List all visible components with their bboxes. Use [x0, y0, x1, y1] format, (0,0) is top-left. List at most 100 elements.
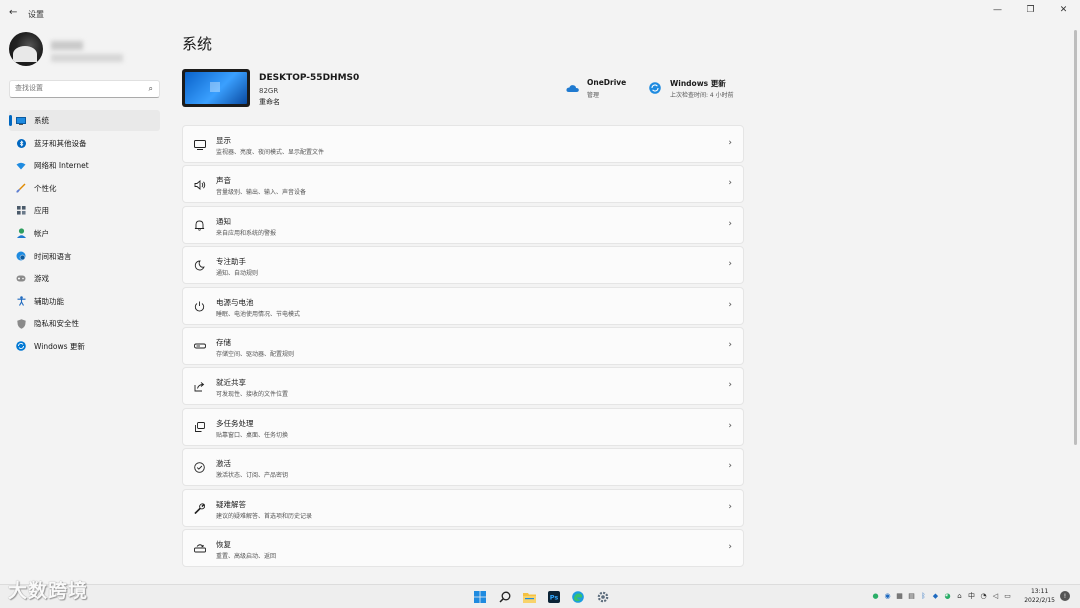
- chevron-right-icon: ›: [728, 138, 732, 148]
- maximize-button[interactable]: ❐: [1014, 0, 1047, 20]
- sidebar-item-accounts[interactable]: 帐户: [9, 223, 160, 244]
- setting-description: 可发现性、接收的文件位置: [216, 391, 289, 399]
- sidebar-item-label: 帐户: [34, 228, 49, 238]
- apps-icon: [16, 206, 26, 216]
- sidebar-item-label: 应用: [34, 206, 49, 216]
- clock[interactable]: 13:11 2022/2/15: [1024, 587, 1055, 605]
- setting-description: 激活状态、订阅、产品密钥: [216, 472, 289, 480]
- setting-title: 就近共享: [216, 378, 246, 388]
- wifi-tray-icon[interactable]: ◔: [979, 590, 988, 601]
- app-tray-icon[interactable]: ◉: [883, 590, 892, 601]
- settings-gear-icon[interactable]: [591, 587, 616, 607]
- setting-description: 存储空间、驱动器、配置规则: [216, 350, 295, 358]
- setting-title: 显示: [216, 136, 231, 145]
- setting-description: 通知、自动规则: [216, 270, 259, 278]
- brush-icon: [16, 183, 26, 193]
- setting-description: 建议的疑难解答、首选项和历史记录: [216, 512, 313, 520]
- setting-nearby-sharing[interactable]: 就近共享 可发现性、接收的文件位置 ›: [182, 367, 744, 406]
- photoshop-label: Ps: [549, 594, 558, 602]
- bluetooth-tray-icon[interactable]: ᛒ: [919, 590, 928, 601]
- sidebar-item-label: 个性化: [34, 183, 57, 193]
- recovery-icon: [193, 542, 206, 555]
- language-tray-icon[interactable]: 中: [967, 590, 976, 601]
- setting-description: 睡眠、电池使用情况、节电模式: [216, 310, 301, 318]
- sidebar-item-label: Windows 更新: [34, 341, 85, 351]
- search-icon[interactable]: ⌕: [149, 84, 153, 94]
- back-arrow-icon[interactable]: ←: [9, 7, 17, 18]
- sidebar-item-personalization[interactable]: 个性化: [9, 178, 160, 199]
- file-explorer-icon[interactable]: [517, 587, 542, 607]
- system-tray: ● ◉ ▦ ▤ ᛒ ◆ ◕ ⌂ 中 ◔ ◁ ▭: [871, 590, 1012, 601]
- setting-power-battery[interactable]: 电源与电池 睡眠、电池使用情况、节电模式 ›: [182, 286, 744, 325]
- edge-icon[interactable]: [566, 587, 591, 607]
- sidebar-item-apps[interactable]: 应用: [9, 200, 160, 221]
- windows-start-icon[interactable]: [468, 587, 493, 607]
- setting-activation[interactable]: 激活 激活状态、订阅、产品密钥 ›: [182, 448, 744, 487]
- sidebar-item-time-language[interactable]: 时间和语言: [9, 246, 160, 267]
- chrome-tray-icon[interactable]: ◕: [943, 590, 952, 601]
- security-tray-icon[interactable]: ◆: [931, 590, 940, 601]
- usb-tray-icon[interactable]: ⌂: [955, 590, 964, 601]
- setting-notifications[interactable]: 通知 来自应用和系统的警报 ›: [182, 205, 744, 244]
- wechat-icon[interactable]: ●: [871, 590, 880, 601]
- chevron-right-icon: ›: [728, 299, 732, 310]
- onedrive-title: OneDrive: [587, 78, 627, 87]
- notification-icon[interactable]: !: [1060, 591, 1070, 601]
- chevron-right-icon: ›: [728, 380, 732, 391]
- close-button[interactable]: ✕: [1047, 0, 1080, 20]
- avatar[interactable]: [9, 32, 43, 66]
- storage-tray-icon[interactable]: ▤: [907, 590, 916, 601]
- setting-title: 疑难解答: [216, 499, 246, 509]
- sidebar-item-privacy[interactable]: 隐私和安全性: [9, 313, 160, 334]
- device-info: DESKTOP-55DHMS0 82GR 重命名 OneDrive 管理 Win…: [182, 67, 744, 111]
- chevron-right-icon: ›: [728, 218, 732, 229]
- battery-tray-icon[interactable]: ▭: [1003, 590, 1012, 601]
- chevron-right-icon: ›: [728, 420, 732, 431]
- settings-search[interactable]: ⌕: [9, 80, 160, 98]
- sidebar-item-system[interactable]: 系统: [9, 110, 160, 131]
- update-icon: [648, 81, 662, 95]
- windows-update-title: Windows 更新: [670, 79, 726, 88]
- sidebar-item-bluetooth[interactable]: 蓝牙和其他设备: [9, 133, 160, 154]
- sidebar-item-gaming[interactable]: 游戏: [9, 268, 160, 289]
- minimize-button[interactable]: —: [981, 0, 1014, 20]
- setting-title: 通知: [216, 216, 231, 226]
- setting-troubleshoot[interactable]: 疑难解答 建议的疑难解答、首选项和历史记录 ›: [182, 488, 744, 527]
- display-icon: [193, 138, 206, 151]
- setting-multitasking[interactable]: 多任务处理 贴靠窗口、桌面、任务切换 ›: [182, 407, 744, 446]
- monitor-icon: [16, 116, 26, 126]
- search-input[interactable]: [15, 84, 145, 92]
- setting-sound[interactable]: 声音 音量级别、输出、输入、声音设备 ›: [182, 165, 744, 204]
- chevron-right-icon: ›: [728, 501, 732, 512]
- user-profile[interactable]: [9, 32, 169, 68]
- sidebar-item-accessibility[interactable]: 辅助功能: [9, 291, 160, 312]
- sidebar-item-network[interactable]: 网络和 Internet: [9, 155, 160, 176]
- sidebar-item-windows-update[interactable]: Windows 更新: [9, 336, 160, 357]
- storage-icon: [193, 340, 206, 353]
- shield-icon: [16, 319, 26, 329]
- chevron-right-icon: ›: [728, 259, 732, 270]
- gamepad-icon: [16, 274, 26, 284]
- qr-tray-icon[interactable]: ▦: [895, 590, 904, 601]
- setting-storage[interactable]: 存储 存储空间、驱动器、配置规则 ›: [182, 326, 744, 365]
- bluetooth-icon: [16, 138, 26, 148]
- last-checked-text: 上次检查时间: 4 小时前: [670, 92, 734, 99]
- setting-display[interactable]: 显示 监视器、亮度、夜间模式、显示配置文件 ›: [182, 125, 744, 163]
- taskbar: Ps ● ◉ ▦ ▤ ᛒ ◆ ◕ ⌂ 中 ◔ ◁ ▭ 13:11 2022/2/…: [0, 584, 1080, 608]
- window-title: 设置: [28, 10, 44, 19]
- setting-title: 声音: [216, 176, 231, 186]
- sidebar-item-label: 游戏: [34, 274, 49, 284]
- setting-title: 存储: [216, 337, 231, 347]
- volume-tray-icon[interactable]: ◁: [991, 590, 1000, 601]
- sidebar: ⌕ 系统 蓝牙和其他设备 网络和 Internet 个性化: [0, 26, 170, 586]
- setting-focus-assist[interactable]: 专注助手 通知、自动规则 ›: [182, 246, 744, 285]
- check-circle-icon: [193, 461, 206, 474]
- clock-time: 13:11: [1030, 588, 1049, 595]
- onedrive-manage-link[interactable]: 管理: [587, 90, 599, 99]
- setting-recovery[interactable]: 恢复 重置、高级启动、返回 ›: [182, 528, 744, 567]
- photoshop-icon[interactable]: Ps: [542, 587, 567, 607]
- scrollbar[interactable]: [1074, 30, 1077, 445]
- wrench-icon: [193, 502, 206, 515]
- search-icon[interactable]: [493, 587, 518, 607]
- rename-link[interactable]: 重命名: [259, 97, 280, 107]
